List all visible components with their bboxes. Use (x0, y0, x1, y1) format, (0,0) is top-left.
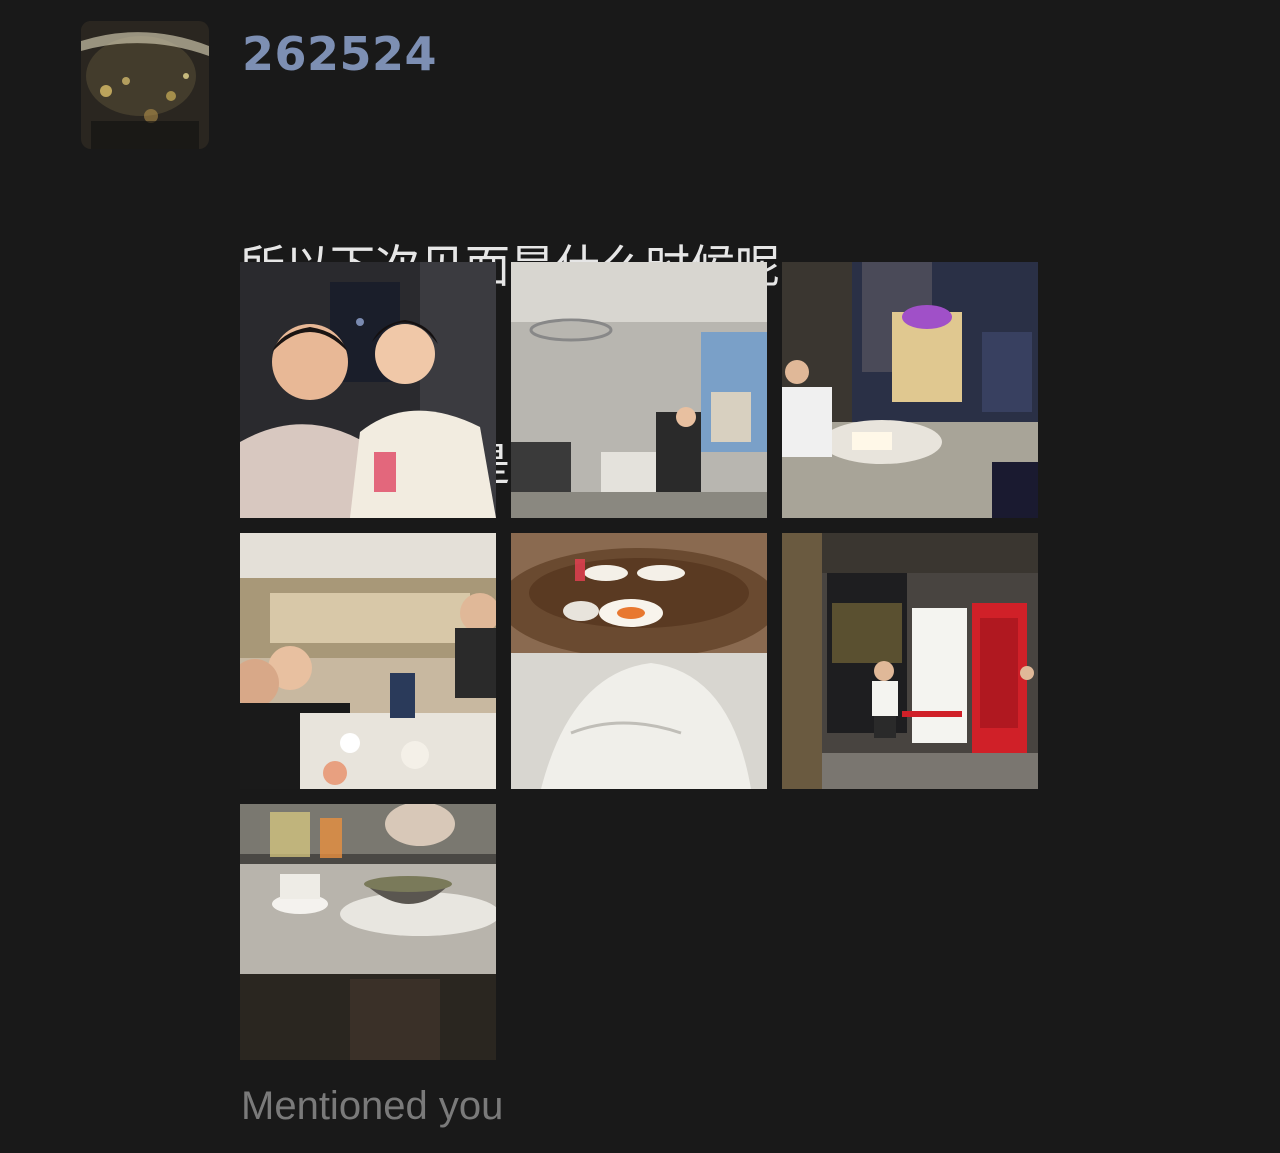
photo-red-phone-booth[interactable] (782, 533, 1038, 789)
mention-notice: Mentioned you (241, 1084, 504, 1128)
photo-group-dinner-table[interactable] (240, 533, 496, 789)
username[interactable]: 262524 (242, 26, 437, 82)
user-avatar[interactable] (81, 21, 209, 149)
photo-rooftop-terrace-night[interactable] (782, 262, 1038, 518)
photo-soup-bowl-table[interactable] (240, 804, 496, 1060)
moments-post: 262524 所以下次见面是什么时候呢 所谓成长就是聚少离多吧 (0, 0, 1280, 1153)
photo-hotel-gym[interactable] (511, 262, 767, 518)
photo-round-dining-table[interactable] (511, 533, 767, 789)
photo-two-friends-selfie[interactable] (240, 262, 496, 518)
avatar-photo (81, 21, 209, 149)
